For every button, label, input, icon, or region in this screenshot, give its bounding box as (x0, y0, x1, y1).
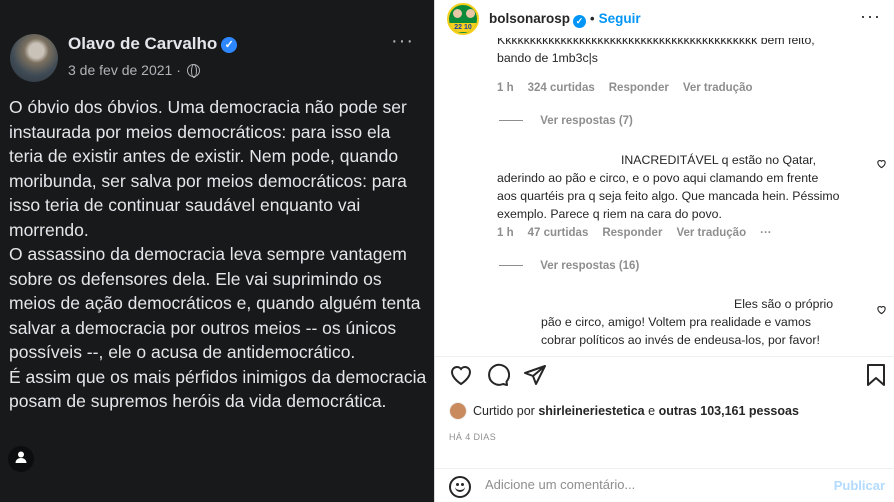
like-comment-icon[interactable] (876, 304, 887, 315)
comment-likes[interactable]: 47 curtidas (528, 227, 589, 239)
username-row: bolsonarosp ✓ • Seguir (489, 11, 641, 28)
comment-likes[interactable]: 324 curtidas (528, 82, 595, 94)
share-icon (524, 365, 546, 385)
post-paragraph: O óbvio dos óbvios. Uma democracia não p… (9, 97, 407, 240)
comment-text: Kkkkkkkkkkkkkkkkkkkkkkkkkkkkkkkkkkkkkkkk… (497, 38, 877, 67)
like-button[interactable] (449, 363, 473, 392)
comment-input[interactable] (485, 477, 825, 492)
avatar-badge: 22 10 (449, 23, 477, 32)
comment-line: aderindo ao pão e circo, e o povo aqui c… (497, 171, 819, 185)
liked-by: Curtido por shirleineriestetica e outras… (449, 402, 799, 420)
publish-button[interactable]: Publicar (834, 478, 885, 493)
liker-avatar[interactable] (449, 402, 467, 420)
view-replies-button[interactable]: Ver respostas (7) (499, 115, 633, 127)
facebook-post-image: Olavo de Carvalho ✓ 3 de fev de 2021 · ··… (0, 0, 434, 502)
view-replies-button[interactable]: Ver respostas (16) (499, 260, 639, 272)
globe-icon (186, 64, 200, 78)
comment-meta: 1 h 47 curtidas Responder Ver tradução ··· (497, 227, 786, 239)
comment-time: 1 h (497, 227, 514, 239)
separator-dot: • (590, 11, 595, 26)
save-button[interactable] (865, 363, 887, 392)
view-replies-label: Ver respostas (7) (540, 115, 633, 127)
verified-icon: ✓ (221, 37, 238, 53)
comment-text: Eles são o próprio pão e circo, amigo! V… (541, 295, 881, 349)
author-name-text: Olavo de Carvalho (68, 34, 218, 53)
author-avatar (10, 34, 58, 82)
comment-more-icon[interactable]: ··· (760, 227, 772, 239)
share-button[interactable] (523, 363, 547, 392)
username-link[interactable]: bolsonarosp (489, 11, 570, 26)
reply-button[interactable]: Responder (609, 82, 669, 94)
user-tag-icon[interactable] (8, 446, 34, 472)
view-replies-label: Ver respostas (16) (540, 260, 640, 272)
comment-line: aos quartéis pra q seja feito algo. Que … (497, 189, 840, 203)
heart-icon (450, 366, 472, 386)
comment-line: Kkkkkkkkkkkkkkkkkkkkkkkkkkkkkkkkkkkkkkkk… (497, 38, 815, 47)
verified-icon: ✓ (573, 15, 587, 28)
comment-line: pão e circo, amigo! Voltem pra realidade… (541, 315, 811, 329)
like-comment-icon[interactable] (876, 158, 887, 169)
comment-line: cobrar políticos ao invés de endeusa-los… (541, 333, 820, 347)
more-options-icon[interactable]: ··· (860, 6, 881, 27)
post-paragraph: É assim que os mais pérfidos inimigos da… (9, 366, 427, 412)
comment-text: INACREDITÁVEL q estão no Qatar, aderindo… (497, 151, 877, 223)
translate-button[interactable]: Ver tradução (676, 227, 746, 239)
reply-button[interactable]: Responder (602, 227, 662, 239)
post-date: 3 de fev de 2021 · (68, 62, 200, 78)
follow-button[interactable]: Seguir (599, 11, 641, 26)
bookmark-icon (867, 364, 885, 386)
translate-button[interactable]: Ver tradução (683, 82, 753, 94)
comment-line: Eles são o próprio (734, 297, 834, 311)
comment-line: exemplo. Parece q riem na cara do povo. (497, 207, 722, 221)
comment-composer: Publicar (435, 468, 894, 502)
comment-meta: 1 h 324 curtidas Responder Ver tradução (497, 82, 767, 94)
liker-username[interactable]: shirleineriestetica (538, 404, 644, 418)
post-paragraph: O assassino da democracia leva sempre va… (9, 244, 421, 362)
more-options-icon: ··· (391, 30, 414, 52)
profile-avatar[interactable]: 22 10 (447, 3, 479, 35)
post-time-ago: HÁ 4 DIAS (449, 432, 497, 442)
post-actions: Curtido por shirleineriestetica e outras… (435, 356, 894, 502)
liked-by-prefix: Curtido por (473, 404, 535, 418)
comments-list: Kkkkkkkkkkkkkkkkkkkkkkkkkkkkkkkkkkkkkkkk… (435, 38, 894, 356)
comment-button[interactable] (486, 363, 511, 392)
author-name: Olavo de Carvalho ✓ (68, 34, 238, 54)
liked-by-connector: e (648, 404, 656, 418)
comment-line: INACREDITÁVEL q estão no Qatar, (621, 153, 817, 167)
comment-time: 1 h (497, 82, 514, 94)
face-icon (453, 9, 462, 18)
comment-icon (488, 363, 511, 386)
comment-line: bando de 1mb3c|s (497, 51, 598, 65)
post-date-text: 3 de fev de 2021 · (68, 62, 181, 78)
face-icon (466, 9, 475, 18)
emoji-icon[interactable] (449, 476, 471, 498)
instagram-panel: 22 10 bolsonarosp ✓ • Seguir ··· Kkkkkkkkkk… (434, 0, 894, 502)
post-body: O óbvio dos óbvios. Uma democracia não p… (9, 95, 429, 414)
post-header: 22 10 bolsonarosp ✓ • Seguir ··· (435, 0, 894, 38)
likes-count[interactable]: outras 103,161 pessoas (659, 404, 799, 418)
